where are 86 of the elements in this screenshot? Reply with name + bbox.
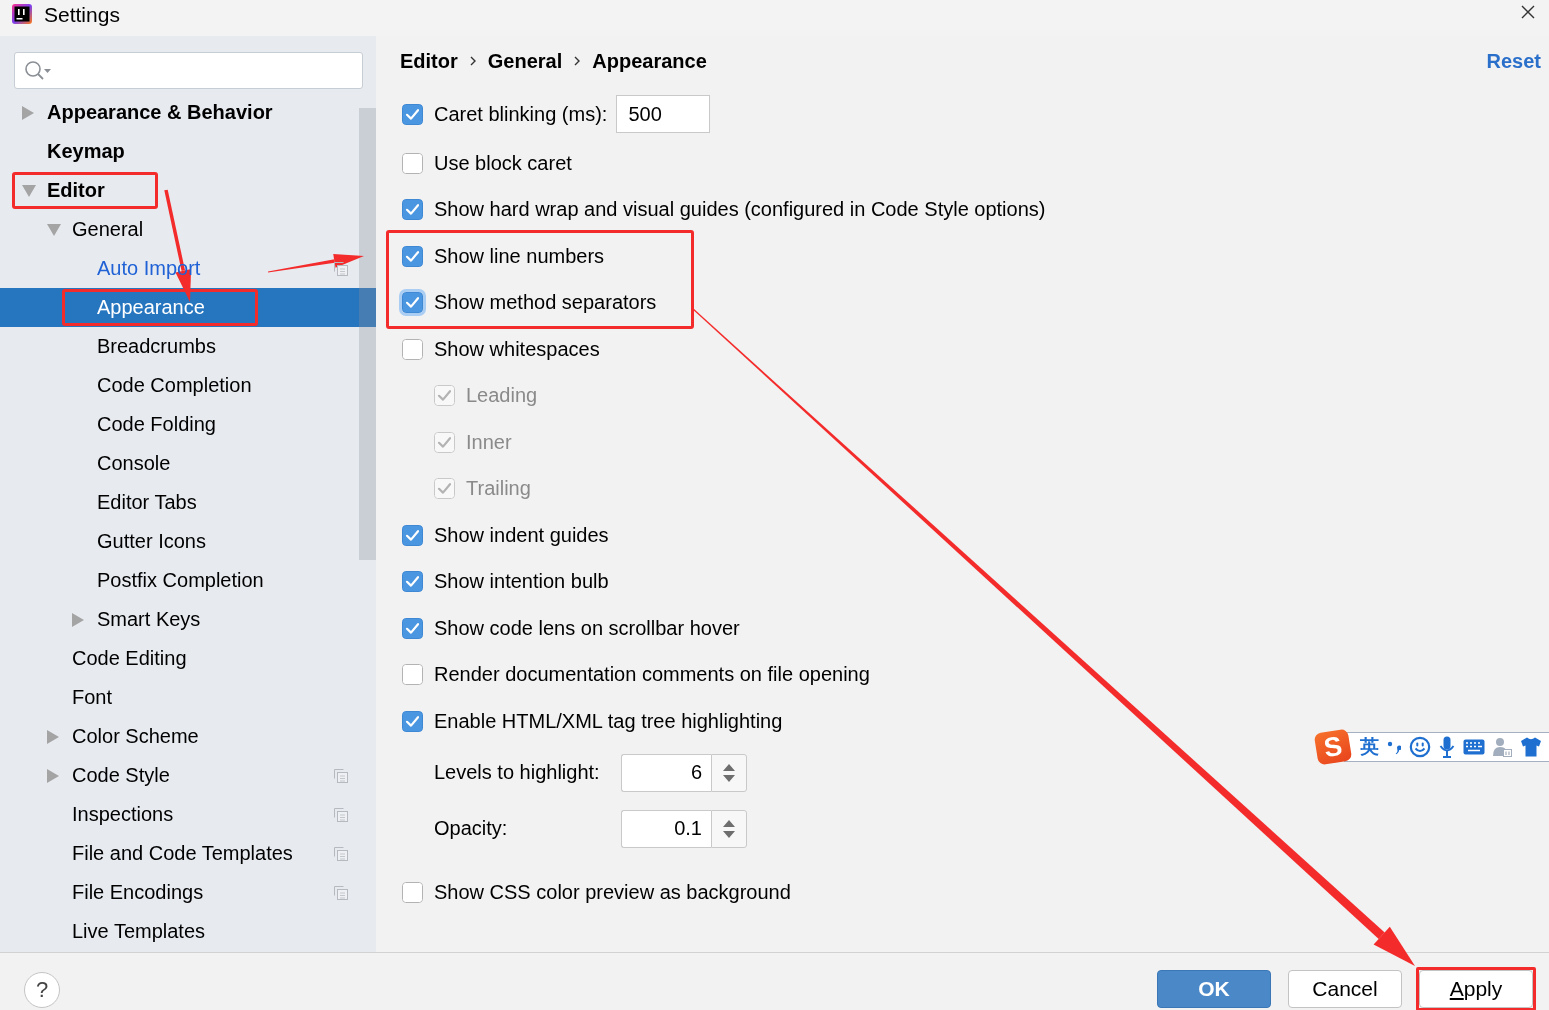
option-label: Show CSS color preview as background [434,880,791,904]
number-field[interactable]: 500 [616,95,711,133]
tree-item[interactable]: Appearance [0,288,376,327]
tree-item[interactable]: File and Code Templates [0,834,376,873]
tree-item[interactable]: Console [0,444,376,483]
option-label: Show intention bulb [434,570,609,594]
tree-item[interactable]: Smart Keys [0,600,376,639]
tree-item[interactable]: Editor [0,171,376,210]
dialog-button[interactable]: Cancel [1288,970,1402,1008]
microphone-icon[interactable] [1439,736,1455,758]
dialog-button[interactable]: Apply [1419,970,1533,1008]
window-title: Settings [44,4,120,26]
option-label: Caret blinking (ms): [434,102,608,126]
keyboard-icon[interactable] [1463,739,1485,755]
checkbox[interactable] [402,524,423,546]
spinner-label: Levels to highlight: [434,761,601,784]
tree-item[interactable]: Code Style [0,756,376,795]
number-field[interactable]: 6 [621,753,711,792]
spinner-button[interactable] [711,809,747,848]
checkbox[interactable] [402,103,423,125]
tree-item[interactable]: File Encodings [0,873,376,912]
number-field[interactable]: 0.1 [621,809,711,848]
checkbox[interactable] [402,664,423,686]
person-icon[interactable] [1493,737,1512,757]
option-label: Render documentation comments on file opening [434,663,870,687]
triangle-down-icon[interactable] [22,184,36,197]
search-icon [24,59,52,82]
checkbox[interactable] [402,338,423,360]
triangle-right-icon[interactable] [47,729,59,744]
shirt-icon[interactable] [1520,737,1542,757]
option-label: Use block caret [434,151,572,175]
breadcrumb-item: Editor [400,49,458,73]
checkbox[interactable] [402,710,423,732]
triangle-right-icon[interactable] [22,105,34,120]
option-label: Inner [466,430,512,454]
checkbox[interactable] [402,245,423,267]
option-label: Leading [466,384,538,408]
dialog-button[interactable]: OK [1157,970,1271,1008]
tree-item[interactable]: Inspections [0,795,376,834]
smiley-icon[interactable] [1409,736,1431,758]
chevron-right-icon [574,56,581,66]
option-label: Show line numbers [434,244,605,268]
tree-item[interactable]: General [0,210,376,249]
tree-item[interactable]: Color Scheme [0,717,376,756]
annotation-frame: Appearance [62,289,258,326]
tree-item[interactable]: Code Completion [0,366,376,405]
tree-item[interactable]: Appearance & Behavior [0,93,376,132]
triangle-right-icon[interactable] [47,768,59,783]
checkbox[interactable] [402,292,423,314]
breadcrumb-item: Appearance [592,49,707,73]
breadcrumb-item: General [487,49,563,73]
option-label: Show method separators [434,291,657,315]
tree-item[interactable]: Code Folding [0,405,376,444]
reset-link[interactable]: Reset [1486,49,1541,73]
tree-item[interactable]: Postfix Completion [0,561,376,600]
checkbox[interactable] [402,881,423,903]
option-label: Show hard wrap and visual guides (configured in Code Style options) [434,198,1046,222]
triangle-down-icon[interactable] [47,223,61,236]
help-button[interactable]: ? [24,972,60,1008]
input-mode-toggle[interactable]: 英 [1360,736,1379,758]
close-icon[interactable] [1521,5,1535,19]
option-label: Trailing [466,477,531,501]
spinner-button[interactable] [711,753,747,792]
search-field[interactable] [14,52,363,89]
chevron-right-icon [469,56,476,66]
tree-item[interactable]: Font [0,678,376,717]
checkbox[interactable] [402,617,423,639]
triangle-right-icon[interactable] [72,612,84,627]
checkbox[interactable] [402,152,423,174]
spinner-label: Opacity: [434,817,509,840]
tree-item[interactable]: Live Templates [0,912,376,951]
scrollbar-thumb[interactable] [359,108,376,560]
app-logo-icon [12,4,32,24]
punctuation-icon[interactable] [1387,739,1401,755]
checkbox[interactable] [402,571,423,593]
tree-item[interactable]: Breadcrumbs [0,327,376,366]
tree-item[interactable]: Keymap [0,132,376,171]
tree-item[interactable]: Gutter Icons [0,522,376,561]
tree-item[interactable]: Code Editing [0,639,376,678]
annotation-frame: Editor [12,172,158,209]
option-label: Show whitespaces [434,337,600,361]
option-label: Enable HTML/XML tag tree highlighting [434,709,783,733]
option-label: Show indent guides [434,523,609,547]
tree-item[interactable]: Editor Tabs [0,483,376,522]
option-label: Show code lens on scrollbar hover [434,616,740,640]
checkbox[interactable] [402,199,423,221]
